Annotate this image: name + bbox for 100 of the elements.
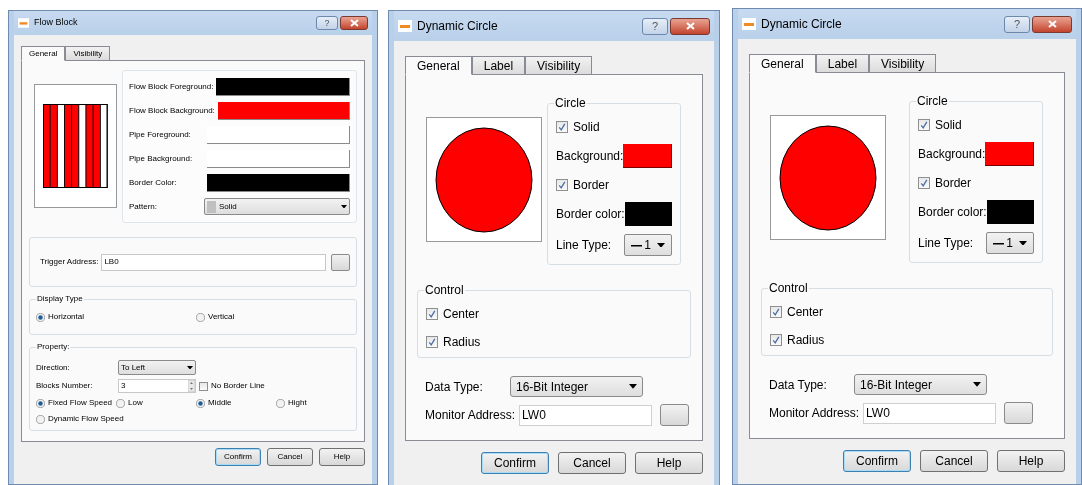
blocks-number-field[interactable]: 3 <box>118 379 196 393</box>
dialog-button[interactable]: Cancel <box>920 450 988 472</box>
dialog-button[interactable]: Confirm <box>481 452 549 474</box>
tab[interactable]: Visibility <box>525 56 593 75</box>
field-label: Border color: <box>918 204 987 221</box>
color-swatch[interactable] <box>216 78 350 96</box>
check-icon <box>558 123 566 131</box>
browse-button[interactable] <box>1004 402 1034 424</box>
tab[interactable]: General <box>749 54 816 73</box>
field-label: Border color: <box>556 206 625 223</box>
caret-icon <box>187 365 193 370</box>
pattern-dropdown[interactable]: Solid <box>204 198 350 215</box>
field-label: Trigger Address: <box>40 256 99 268</box>
field-label: Flow Block Background: <box>129 105 215 117</box>
field-label: Pipe Foreground: <box>129 129 192 141</box>
checkbox[interactable] <box>556 121 568 133</box>
close-button[interactable] <box>340 16 368 30</box>
radio-label: Horizontal <box>48 311 84 323</box>
color-swatch[interactable] <box>207 174 350 192</box>
help-button[interactable]: ? <box>642 17 668 35</box>
check-icon <box>558 181 566 189</box>
data-type-dropdown[interactable]: 16-Bit Integer <box>854 374 987 395</box>
checkbox-label: Border <box>935 175 972 192</box>
dialog-button[interactable]: Cancel <box>558 452 626 474</box>
radio-button[interactable] <box>36 398 45 408</box>
field-label: Flow Block Foreground: <box>129 81 214 93</box>
check-icon <box>772 336 780 344</box>
group-title: Control <box>768 282 809 294</box>
dialog-button[interactable]: Help <box>319 448 365 466</box>
tab[interactable]: General <box>21 46 66 61</box>
help-button[interactable]: ? <box>316 16 338 30</box>
tab[interactable]: Visibility <box>869 54 937 73</box>
dialog-button[interactable]: Confirm <box>215 448 261 466</box>
dialog-button[interactable]: Help <box>997 450 1065 472</box>
close-button[interactable] <box>670 17 710 35</box>
checkbox[interactable] <box>918 119 930 131</box>
field-label: Background: <box>918 146 986 163</box>
checkbox[interactable] <box>426 308 438 320</box>
trigger-address-field[interactable]: LB0 <box>101 253 326 271</box>
field-label: Line Type: <box>918 235 974 252</box>
spinner-icon <box>188 380 195 392</box>
checkbox[interactable] <box>556 179 568 191</box>
check-icon <box>920 121 928 129</box>
monitor-address-field[interactable]: LW0 <box>519 404 653 426</box>
radio-label: Low <box>128 397 143 409</box>
caret-icon <box>1018 240 1027 246</box>
window-title: Dynamic Circle <box>761 16 842 33</box>
radio-button[interactable] <box>36 414 45 424</box>
radio-label: Dynamic Flow Speed <box>48 413 124 425</box>
color-swatch[interactable] <box>985 142 1034 166</box>
checkbox-label: Solid <box>935 117 962 134</box>
tab[interactable]: Label <box>471 56 526 75</box>
color-swatch[interactable] <box>217 102 350 120</box>
radio-button[interactable] <box>196 398 205 408</box>
close-button[interactable] <box>1032 15 1072 33</box>
close-icon <box>685 22 695 30</box>
tab[interactable]: Visibility <box>65 46 111 61</box>
help-button[interactable]: ? <box>1004 15 1030 33</box>
browse-button[interactable] <box>331 253 350 271</box>
field-label: Pattern: <box>129 200 158 213</box>
line-type-dropdown[interactable]: 1 <box>624 234 672 256</box>
radio-button[interactable] <box>36 312 45 322</box>
checkbox[interactable] <box>426 336 438 348</box>
dialog-button[interactable]: Confirm <box>843 450 911 472</box>
pattern-swatch-icon <box>207 200 216 213</box>
dialog-button[interactable]: Help <box>635 452 703 474</box>
tab[interactable]: General <box>405 56 472 75</box>
line-sample-icon <box>993 241 1005 245</box>
app-icon <box>18 18 29 28</box>
field-label: Data Type: <box>425 378 484 396</box>
caret-icon <box>973 382 981 387</box>
monitor-address-field[interactable]: LW0 <box>863 402 997 424</box>
check-icon <box>920 179 928 187</box>
color-swatch[interactable] <box>623 144 672 168</box>
line-type-dropdown[interactable]: 1 <box>986 232 1034 254</box>
checkbox-label: Border <box>573 177 610 194</box>
color-swatch[interactable] <box>624 202 672 226</box>
check-icon <box>772 308 780 316</box>
window-title: Flow Block <box>34 16 78 30</box>
app-icon <box>398 20 412 32</box>
tab[interactable]: Label <box>815 54 870 73</box>
field-label: Border Color: <box>129 177 178 189</box>
color-swatch[interactable] <box>986 200 1034 224</box>
checkbox[interactable] <box>770 334 782 346</box>
browse-button[interactable] <box>660 404 690 426</box>
radio-button[interactable] <box>196 312 205 322</box>
direction-dropdown[interactable]: To Left <box>118 360 196 375</box>
radio-label: Hight <box>288 397 307 409</box>
dialog-button[interactable]: Cancel <box>267 448 313 466</box>
radio-label: Middle <box>208 397 232 409</box>
data-type-dropdown[interactable]: 16-Bit Integer <box>510 376 643 397</box>
checkbox[interactable] <box>770 306 782 318</box>
radio-button[interactable] <box>116 398 125 408</box>
checkbox-label: Radius <box>443 334 481 351</box>
field-label: Pipe Background: <box>129 153 194 165</box>
checkbox-label: Radius <box>787 332 825 349</box>
radio-button[interactable] <box>276 398 285 408</box>
checkbox[interactable] <box>918 177 930 189</box>
checkbox[interactable] <box>199 381 208 391</box>
window-title: Dynamic Circle <box>417 18 498 35</box>
